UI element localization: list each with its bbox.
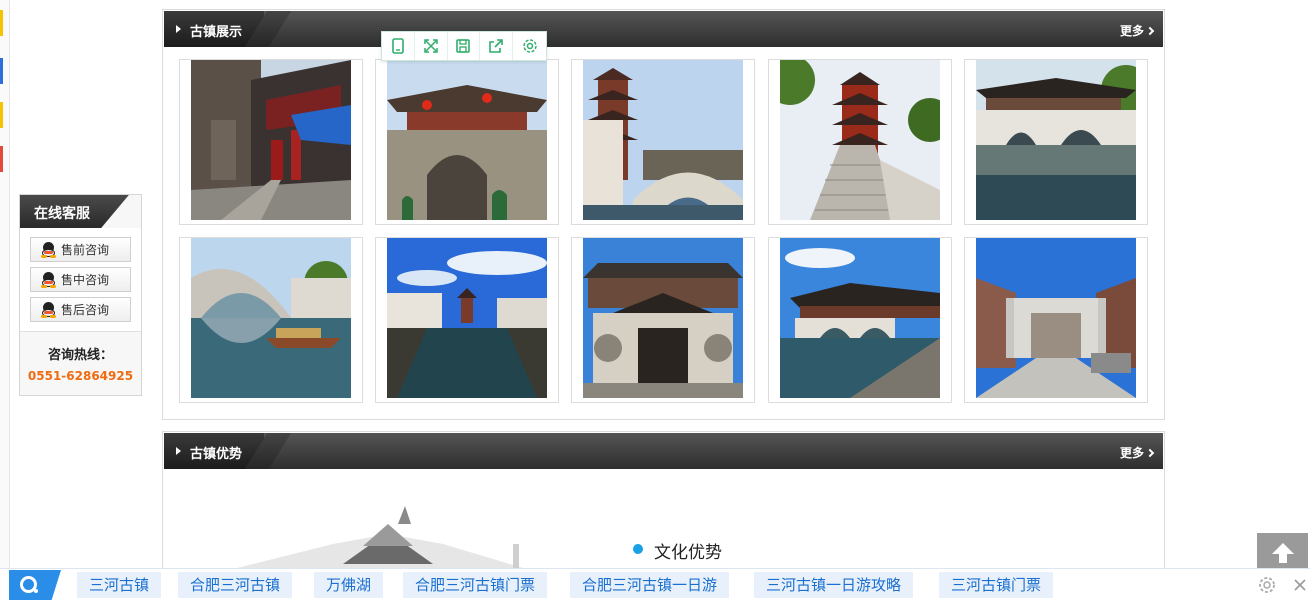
gallery-thumb[interactable] xyxy=(571,237,755,403)
advantage-panel-title: 古镇优势 xyxy=(190,447,243,462)
gallery-thumb[interactable] xyxy=(964,237,1148,403)
bullet-dot xyxy=(633,544,643,554)
arrow-up-icon xyxy=(1271,543,1294,563)
advantage-more-link[interactable]: 更多 xyxy=(1119,444,1155,461)
keyword-link[interactable]: 万佛湖 xyxy=(314,572,384,598)
gallery-thumb[interactable] xyxy=(768,59,952,225)
qq-icon xyxy=(41,301,56,318)
caret-right-icon xyxy=(176,25,181,33)
old-street-photo xyxy=(191,60,351,220)
bridge-pavilion-photo xyxy=(780,238,940,398)
gear-icon[interactable] xyxy=(1258,576,1276,594)
keyword-link[interactable]: 合肥三河古镇门票 xyxy=(403,572,548,598)
edge-marker xyxy=(0,58,3,84)
save-icon[interactable] xyxy=(448,32,481,60)
culture-advantage-heading: 文化优势 xyxy=(654,543,722,563)
qq-icon xyxy=(41,241,56,258)
aftersale-consult-button[interactable]: 售后咨询 xyxy=(30,297,131,322)
advantage-panel-header: 古镇优势 更多 xyxy=(164,433,1163,469)
gallery-thumb[interactable] xyxy=(768,237,952,403)
settings-icon[interactable] xyxy=(513,32,546,60)
online-service-title: 在线客服 xyxy=(34,206,90,222)
online-service-header: 在线客服 xyxy=(20,195,141,228)
temple-facade-photo xyxy=(583,238,743,398)
edge-marker xyxy=(0,102,3,128)
online-service-widget: 在线客服 售前咨询 售中咨询 售后咨询 咨询热线： 0551-62864925 xyxy=(19,194,142,396)
qq-icon xyxy=(41,271,56,288)
town-gate-photo xyxy=(387,60,547,220)
share-icon[interactable] xyxy=(480,32,514,60)
keyword-link[interactable]: 三河古镇一日游攻略 xyxy=(754,572,914,598)
search-logo-icon[interactable] xyxy=(9,570,61,600)
gallery-panel-title: 古镇展示 xyxy=(190,25,243,40)
memorial-arch-photo xyxy=(976,238,1136,398)
pagoda-steps-photo xyxy=(780,60,940,220)
gallery-thumb[interactable] xyxy=(375,237,559,403)
consult-label: 售后咨询 xyxy=(61,303,110,317)
presale-consult-button[interactable]: 售前咨询 xyxy=(30,237,131,262)
canal-photo xyxy=(387,238,547,398)
gallery-more-link[interactable]: 更多 xyxy=(1119,22,1155,39)
edge-marker xyxy=(0,146,3,172)
bottom-search-bar: 三河古镇 合肥三河古镇 万佛湖 合肥三河古镇门票 合肥三河古镇一日游 三河古镇一… xyxy=(0,568,1310,601)
edge-marker xyxy=(0,10,3,36)
gallery-thumb[interactable] xyxy=(571,59,755,225)
arch-bridge-boat-photo xyxy=(191,238,351,398)
keyword-link[interactable]: 三河古镇 xyxy=(77,572,162,598)
chevron-right-icon xyxy=(1145,448,1155,457)
back-to-top-button[interactable] xyxy=(1257,533,1308,573)
caret-right-icon xyxy=(176,447,181,455)
consult-label: 售前咨询 xyxy=(61,243,110,257)
gallery-thumb[interactable] xyxy=(179,237,363,403)
more-label: 更多 xyxy=(1119,446,1144,460)
gallery-panel-header: 古镇展示 更多 xyxy=(164,11,1163,47)
chevron-right-icon xyxy=(1145,26,1155,35)
more-label: 更多 xyxy=(1119,24,1144,38)
phone-icon[interactable] xyxy=(382,32,415,60)
gallery-thumb[interactable] xyxy=(964,59,1148,225)
pagoda-bridge-photo xyxy=(583,60,743,220)
roof-illustration xyxy=(213,506,543,574)
gallery-panel: 古镇展示 更多 xyxy=(162,9,1165,420)
keyword-link[interactable]: 合肥三河古镇一日游 xyxy=(570,572,730,598)
keyword-link[interactable]: 三河古镇门票 xyxy=(939,572,1054,598)
hotline-number: 0551-62864925 xyxy=(27,369,134,383)
image-toolbar xyxy=(381,31,547,61)
expand-icon[interactable] xyxy=(415,32,448,60)
close-icon[interactable] xyxy=(1292,577,1308,593)
keyword-link[interactable]: 合肥三河古镇 xyxy=(178,572,293,598)
gallery-thumb[interactable] xyxy=(375,59,559,225)
hotline-label: 咨询热线： xyxy=(47,348,113,363)
consult-label: 售中咨询 xyxy=(61,273,110,287)
left-edge-strip xyxy=(0,0,10,568)
gallery-thumb[interactable] xyxy=(179,59,363,225)
insale-consult-button[interactable]: 售中咨询 xyxy=(30,267,131,292)
pavilion-bridge-photo xyxy=(976,60,1136,220)
